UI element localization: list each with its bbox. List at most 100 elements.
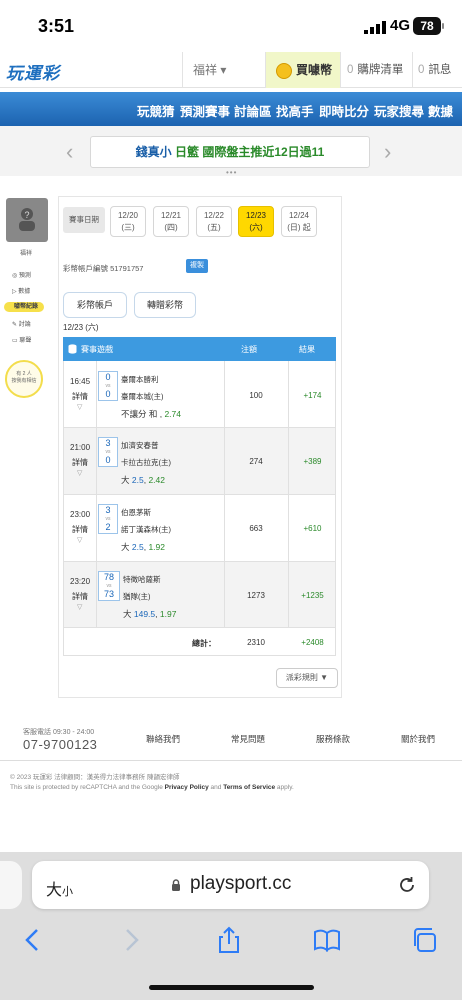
message-count: 0 [418,64,425,76]
team-away: 特徵哈薩斯 [123,575,161,584]
total-amount: 2310 [247,638,265,647]
row-result: +1235 [301,591,324,600]
row-amount: 663 [249,524,263,533]
detail-link[interactable]: 詳情 [72,524,88,535]
recaptcha-text: This site is protected by reCAPTCHA and … [10,784,165,791]
header-game: 賽事遊戲 [81,345,113,354]
score-a: 78 [103,572,114,582]
banner-part1: 錢真小 [135,145,172,159]
detail-link[interactable]: 詳情 [72,457,88,468]
previous-tab-preview[interactable] [0,861,22,909]
status-bar: 3:51 4G 78 [0,0,462,52]
chevron-left-icon[interactable]: ‹ [66,139,73,165]
sidebar-item-label: 討論 [18,322,31,328]
chevron-down-icon[interactable]: ▽ [77,603,82,611]
chevron-down-icon[interactable]: ▽ [77,536,82,544]
detail-link[interactable]: 詳情 [72,591,88,602]
pick-odds: 2.42 [148,475,165,485]
cart-link[interactable]: 0 購牌清單 [340,52,412,88]
site-header: 玩運彩 福祥 ▾ 買噱幣 0 購牌清單 0 訊息 [0,52,462,88]
footer-link-about[interactable]: 關於我們 [401,733,435,745]
account-number: 彩幣帳戶編號 51791757 [63,264,144,273]
date-tab-date: 12/21 [160,211,182,220]
team-home: 猶隊(主) [123,592,151,601]
row-result: +610 [303,524,322,533]
score-a: 0 [105,372,111,382]
sidebar-item-chat[interactable]: ▭ 聊聲 [12,335,31,344]
bookmarks-icon[interactable] [312,925,342,955]
pick-odds: 1.92 [148,542,165,552]
team-home: 卡拉古拉克(主) [121,458,171,467]
team-away: 臺爾本勝利 [121,375,159,384]
tabs-icon[interactable] [410,925,440,955]
date-tab[interactable]: 12/21 (四) [153,206,189,237]
user-menu[interactable]: 福祥 ▾ [182,52,266,88]
phone-number[interactable]: 07-9700123 [23,737,97,752]
privacy-link[interactable]: Privacy Policy [165,784,209,791]
nav-item-guess[interactable]: 玩競猜 [137,101,175,120]
date-tab-active[interactable]: 12/23 (六) [238,206,274,237]
tab-transfer-coins[interactable]: 轉贈彩幣 [134,292,196,318]
nav-item-predict[interactable]: 預測賽事 [180,101,230,120]
sidebar-item-forum[interactable]: ✎ 討論 [12,319,31,328]
chevron-down-icon[interactable]: ▽ [77,469,82,477]
nav-item-data[interactable]: 數據 [428,101,453,120]
sidebar-item-coin-record[interactable]: 噱幣紀錄 [4,302,44,312]
date-tab[interactable]: 12/20 (三) [110,206,146,237]
score-box: 78 vs 73 [98,571,120,601]
nav-item-livescore[interactable]: 即時比分 [319,101,369,120]
date-tab-date: 12/20 [117,211,139,220]
nav-item-forum[interactable]: 討論區 [234,101,272,120]
date-tab[interactable]: 12/24 (日) 起 [281,206,317,237]
score-a: 3 [105,505,111,515]
copyright: © 2023 玩運彩 法律顧問：漢英得力法律事務所 陳韻宏律師 [10,774,180,781]
chevron-down-icon[interactable]: ▽ [77,403,82,411]
reload-icon[interactable] [396,874,418,896]
selected-date: 12/23 (六) [63,323,99,332]
sidebar-item-label: 數據 [18,289,31,295]
sidebar-item-predict[interactable]: ◎ 預測 [12,270,31,279]
pick-odds: 2.74 [164,409,181,419]
terms-link[interactable]: Terms of Service [223,784,275,791]
tab-coin-account[interactable]: 彩幣帳戶 [63,292,127,318]
pick-odds: 1.97 [159,609,177,619]
header-result: 結果 [299,345,315,354]
messages-link[interactable]: 0 訊息 [412,52,462,88]
chevron-right-icon[interactable]: › [384,139,391,165]
date-tab[interactable]: 12/22 (五) [196,206,232,237]
promo-banner[interactable]: 錢真小 日籃 國際盤主推近12日過11 [90,136,370,168]
sidebar-item-label: 聊聲 [19,338,32,344]
total-result: +2408 [301,638,324,647]
divider [96,495,97,562]
table-row: 23:00 詳情 ▽ 3 vs 2 伯恩茅斯 諾丁漢森林(主) 大 2.5, 1… [63,495,336,562]
footer-link-contact[interactable]: 聯絡我們 [146,733,180,745]
detail-link[interactable]: 詳情 [72,391,88,402]
copy-button[interactable]: 複製 [186,259,208,273]
payout-rules-button[interactable]: 派彩規則 ▼ [276,668,338,688]
sidebar-item-data[interactable]: ▷ 數據 [12,286,30,295]
nav-item-player-search[interactable]: 玩家搜尋 [374,101,424,120]
pick: 大 2.5, 2.42 [121,475,165,485]
back-icon[interactable] [18,925,48,955]
site-logo[interactable]: 玩運彩 [6,59,60,84]
team-home: 臺爾本城(主) [121,392,164,401]
share-icon[interactable] [214,925,244,955]
footer-link-faq[interactable]: 常見問題 [231,733,265,745]
pick: 大 2.5, 1.92 [121,542,165,552]
footer-link-terms[interactable]: 服務條款 [316,733,350,745]
apply-text: apply. [275,784,294,791]
sidebar-item-label: 預測 [18,273,31,279]
recaptcha-notice: This site is protected by reCAPTCHA and … [10,784,294,791]
divider [96,428,97,495]
believe-bulb-button[interactable]: 有 2 人按我有相信 [5,360,43,398]
text-size-button[interactable]: 大小 [46,876,73,900]
aa-small: 小 [62,886,74,898]
row-result: +174 [303,391,322,400]
forward-icon[interactable] [116,925,146,955]
url-text[interactable]: playsport.cc [190,873,291,895]
nav-item-experts[interactable]: 找高手 [276,101,314,120]
messages-label: 訊息 [428,64,452,76]
bulb-line2: 按我有相信 [11,378,37,384]
score-box: 3 vs 2 [98,504,118,534]
battery-cap [442,23,444,29]
